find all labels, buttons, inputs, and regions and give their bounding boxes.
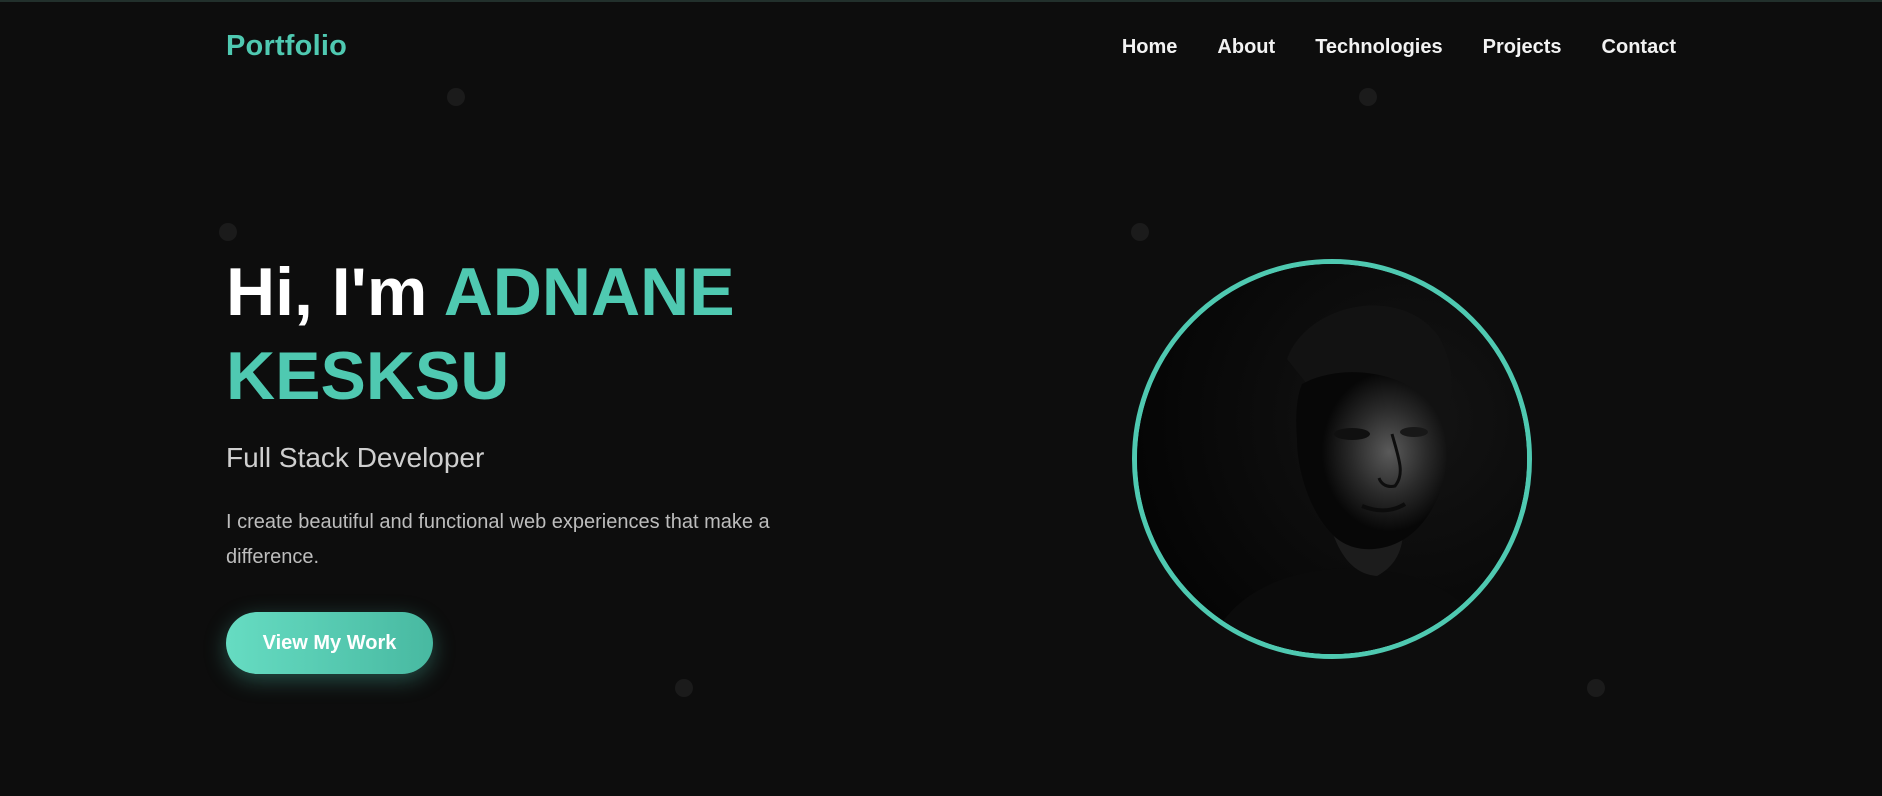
nav-link-home[interactable]: Home	[1122, 36, 1178, 59]
hero-subtitle: Full Stack Developer	[226, 442, 485, 473]
nav-link-technologies[interactable]: Technologies	[1315, 36, 1442, 59]
nav-link-projects[interactable]: Projects	[1483, 36, 1562, 59]
hero-name-last: KESKSU	[226, 338, 510, 414]
hero-name-first: ADNANE	[443, 254, 735, 330]
view-my-work-button[interactable]: View My Work	[226, 612, 433, 674]
hero-description: I create beautiful and functional web ex…	[226, 511, 770, 568]
brand-logo[interactable]: Portfolio	[226, 30, 347, 63]
navbar: Portfolio Home About Technologies Projec…	[0, 2, 1882, 94]
nav-link-about[interactable]: About	[1217, 36, 1275, 59]
hero-greeting: Hi, I'm	[226, 254, 428, 330]
nav-link-contact[interactable]: Contact	[1602, 36, 1676, 59]
nav-links: Home About Technologies Projects Contact	[1122, 36, 1676, 59]
profile-photo-icon	[1137, 264, 1527, 654]
background-dot	[219, 223, 237, 241]
hero-title: Hi, I'm ADNANE KESKSU	[226, 250, 866, 418]
portfolio-page: Portfolio Home About Technologies Projec…	[0, 0, 1882, 796]
profile-avatar	[1132, 259, 1532, 659]
background-dot	[1587, 679, 1605, 697]
background-dot	[1131, 223, 1149, 241]
background-dot	[675, 679, 693, 697]
